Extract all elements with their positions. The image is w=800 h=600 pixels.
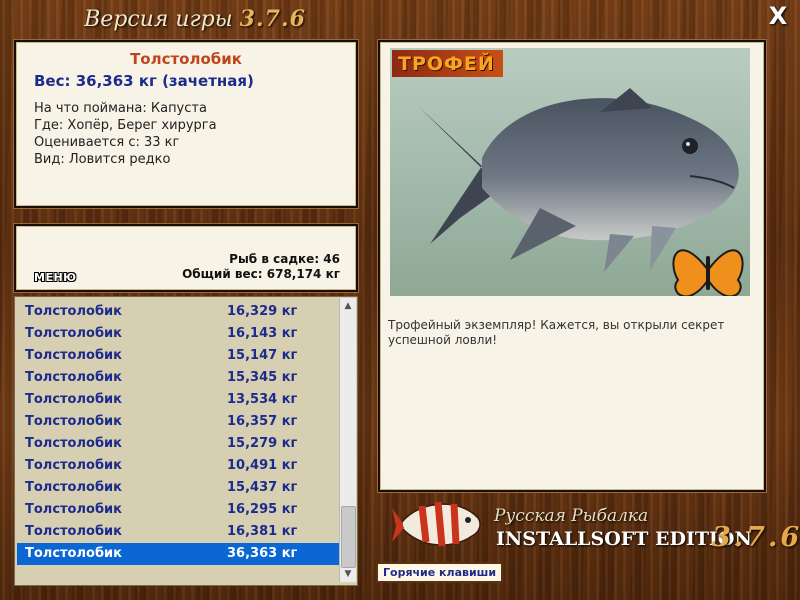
hotkeys-button[interactable]: Горячие клавиши bbox=[376, 562, 504, 583]
scroll-up-icon[interactable]: ▲ bbox=[340, 298, 356, 314]
list-item-weight: 15,147 кг bbox=[227, 348, 298, 363]
list-item[interactable]: Толстолобик 16,143 кг bbox=[17, 323, 339, 345]
list-scrollbar[interactable]: ▲ ▼ bbox=[339, 298, 356, 582]
window-title: Версия игры 3.7.6 bbox=[0, 6, 390, 32]
list-item[interactable]: Толстолобик 16,295 кг bbox=[17, 499, 339, 521]
scroll-down-icon[interactable]: ▼ bbox=[340, 566, 356, 582]
threshold-line: Оценивается с: 33 кг bbox=[34, 135, 180, 150]
list-item[interactable]: Толстолобик 15,345 кг bbox=[17, 367, 339, 389]
list-item[interactable]: Толстолобик 13,534 кг bbox=[17, 389, 339, 411]
list-item-weight: 16,381 кг bbox=[227, 524, 298, 539]
catch-list-rows: Толстолобик 16,329 кг Толстолобик 16,143 кг… bbox=[17, 301, 339, 565]
list-item[interactable]: Толстолобик 16,357 кг bbox=[17, 411, 339, 433]
list-item[interactable]: Толстолобик 10,491 кг bbox=[17, 455, 339, 477]
list-item-weight: 15,437 кг bbox=[227, 480, 298, 495]
title-version: 3.7.6 bbox=[239, 6, 306, 32]
location-line: Где: Хопёр, Берег хирурга bbox=[34, 118, 217, 133]
list-item[interactable]: Толстолобик 16,381 кг bbox=[17, 521, 339, 543]
list-item[interactable]: Толстолобик 36,363 кг bbox=[17, 543, 339, 565]
list-item[interactable]: Толстолобик 15,147 кг bbox=[17, 345, 339, 367]
list-item-fish-name: Толстолобик bbox=[25, 370, 122, 385]
list-item-weight: 16,329 кг bbox=[227, 304, 298, 319]
list-item[interactable]: Толстолобик 15,437 кг bbox=[17, 477, 339, 499]
list-item-weight: 15,279 кг bbox=[227, 436, 298, 451]
title-prefix: Версия игры bbox=[84, 7, 233, 32]
list-item-weight: 13,534 кг bbox=[227, 392, 298, 407]
trophy-badge: ТРОФЕЙ bbox=[392, 50, 503, 77]
list-item[interactable]: Толстолобик 15,279 кг bbox=[17, 433, 339, 455]
trophy-caption: Трофейный экземпляр! Кажется, вы открыли… bbox=[388, 318, 725, 347]
list-item-weight: 16,357 кг bbox=[227, 414, 298, 429]
list-item-fish-name: Толстолобик bbox=[25, 546, 122, 561]
list-item-fish-name: Толстолобик bbox=[25, 414, 122, 429]
list-item-weight: 16,295 кг bbox=[227, 502, 298, 517]
list-item-fish-name: Толстолобик bbox=[25, 480, 122, 495]
scroll-thumb[interactable] bbox=[341, 506, 356, 568]
list-item-weight: 15,345 кг bbox=[227, 370, 298, 385]
close-icon[interactable]: X bbox=[766, 4, 790, 28]
list-item-fish-name: Толстолобик bbox=[25, 326, 122, 341]
list-item-fish-name: Толстолобик bbox=[25, 458, 122, 473]
brand-version: 3.7.6 bbox=[712, 522, 800, 553]
trophy-panel: ТРОФЕЙ Трофейный экземпляр! Кажется, вы … bbox=[378, 40, 766, 492]
list-item-fish-name: Толстолобик bbox=[25, 524, 122, 539]
fish-count: Рыб в садке: 46 bbox=[229, 252, 340, 266]
fish-weight: Вес: 36,363 кг (зачетная) bbox=[34, 72, 254, 90]
list-item-weight: 16,143 кг bbox=[227, 326, 298, 341]
bighead-carp-image bbox=[418, 88, 744, 296]
list-item-fish-name: Толстолобик bbox=[25, 436, 122, 451]
fish-logo-icon bbox=[392, 501, 481, 547]
total-weight: Общий вес: 678,174 кг bbox=[182, 267, 340, 281]
list-item-weight: 36,363 кг bbox=[227, 546, 298, 561]
list-item-fish-name: Толстолобик bbox=[25, 348, 122, 363]
list-item-fish-name: Толстолобик bbox=[25, 502, 122, 517]
rarity-line: Вид: Ловится редко bbox=[34, 152, 171, 167]
menu-button[interactable]: МЕНЮ bbox=[34, 271, 77, 284]
brand-line-1: Русская Рыбалка bbox=[494, 506, 649, 526]
list-item-fish-name: Толстолобик bbox=[25, 304, 122, 319]
fish-name: Толстолобик bbox=[130, 50, 242, 68]
keepnet-stats-panel: МЕНЮ Рыб в садке: 46 Общий вес: 678,174 … bbox=[14, 224, 358, 292]
bait-line: На что поймана: Капуста bbox=[34, 101, 207, 116]
list-item[interactable]: Толстолобик 16,329 кг bbox=[17, 301, 339, 323]
fish-info-panel: Толстолобик Вес: 36,363 кг (зачетная) На… bbox=[14, 40, 358, 208]
list-item-fish-name: Толстолобик bbox=[25, 392, 122, 407]
fish-photo: ТРОФЕЙ bbox=[390, 48, 750, 296]
list-item-weight: 10,491 кг bbox=[227, 458, 298, 473]
catch-list[interactable]: Толстолобик 16,329 кг Толстолобик 16,143 кг… bbox=[14, 296, 358, 586]
butterfly-icon bbox=[672, 249, 744, 296]
